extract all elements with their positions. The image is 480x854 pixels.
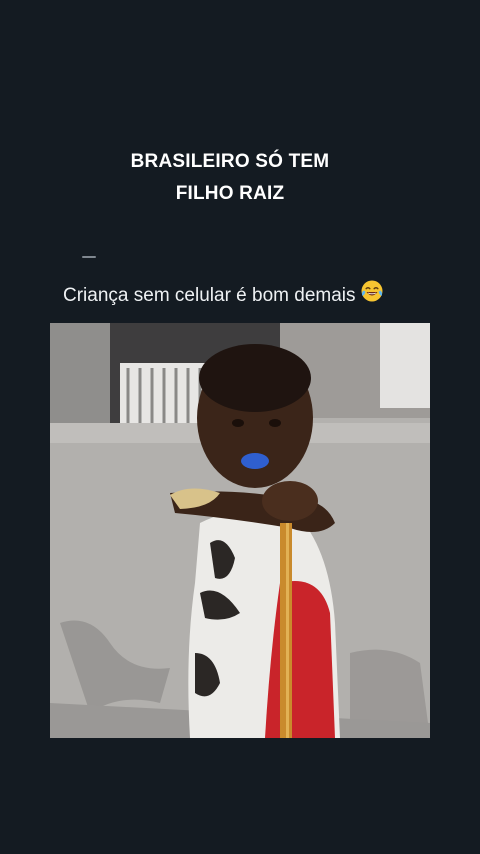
headline-line-2: FILHO RAIZ: [175, 183, 285, 204]
divider-mark: [82, 256, 96, 258]
post-caption: Criança sem celular é bom demais: [63, 279, 384, 312]
headline: BRASILEIRO SÓ TEM FILHO RAIZ: [0, 146, 460, 210]
video-frame[interactable]: [50, 323, 430, 738]
caption-text: Criança sem celular é bom demais: [63, 285, 356, 306]
face-with-tears-of-joy-icon: [360, 279, 384, 312]
post-screen: BRASILEIRO SÓ TEM FILHO RAIZ Criança sem…: [0, 0, 480, 854]
video-scene: [50, 323, 430, 738]
headline-line-1: BRASILEIRO SÓ TEM: [130, 151, 330, 172]
